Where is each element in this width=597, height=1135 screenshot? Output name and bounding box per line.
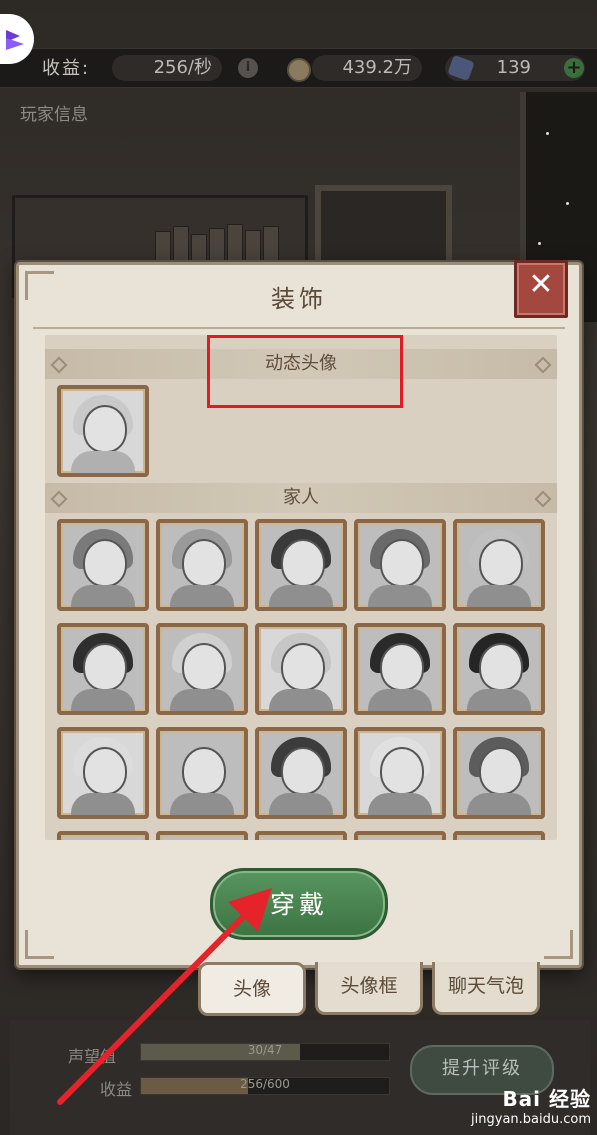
watermark: Bai 经验 jingyan.baidu.com [446,1083,591,1131]
watermark-url: jingyan.baidu.com [471,1112,591,1127]
annotation-arrow [57,888,272,1105]
watermark-brand: Bai 经验 [502,1087,591,1111]
